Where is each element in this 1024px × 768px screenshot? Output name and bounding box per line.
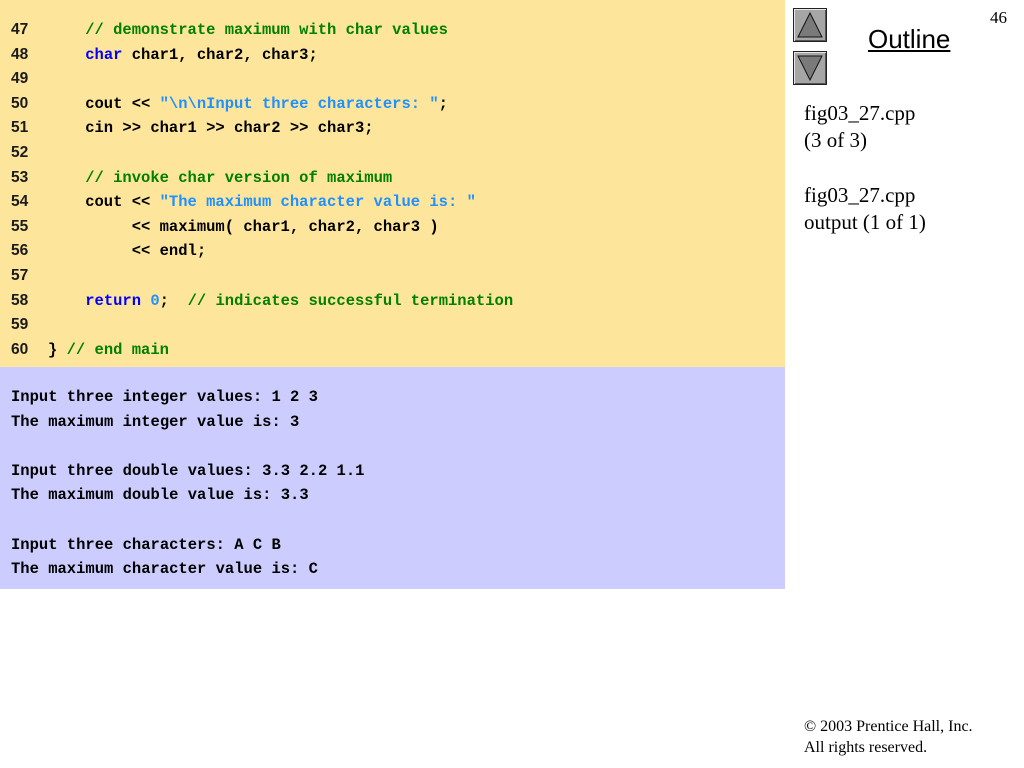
- line-number: 57: [11, 267, 29, 284]
- slide-number: 46: [990, 8, 1007, 27]
- rights-line: All rights reserved.: [804, 739, 928, 756]
- previous-slide-button[interactable]: [793, 8, 827, 42]
- code-token-comment: // indicates successful termination: [187, 291, 514, 310]
- output-line: The maximum double value is: 3.3: [11, 486, 309, 505]
- code-token-string: "\n\nInput three characters: ": [159, 94, 439, 113]
- output-line: The maximum integer value is: 3: [11, 412, 300, 431]
- output-part-label: output (1 of 1): [804, 210, 926, 234]
- output-line: The maximum character value is: C: [11, 560, 318, 579]
- output-line: Input three integer values: 1 2 3: [11, 388, 318, 406]
- line-number: 56: [11, 242, 29, 260]
- code-token-plain: cout <<: [48, 94, 160, 113]
- code-token-keyword: return: [85, 291, 142, 310]
- line-code: << maximum( char1, char2, char3 ): [48, 215, 439, 239]
- code-token-number: 0: [150, 291, 160, 310]
- line-number: 54: [11, 193, 29, 211]
- code-token-keyword: char: [85, 45, 123, 64]
- line-number: 48: [11, 45, 29, 63]
- copyright-line: © 2003 Prentice Hall, Inc.: [804, 718, 973, 735]
- code-listing-panel: 47 // demonstrate maximum with char valu…: [0, 0, 785, 367]
- code-token-plain: ;: [159, 291, 188, 310]
- line-code: << endl;: [48, 239, 206, 263]
- file-name-label: fig03_27.cpp: [804, 101, 916, 125]
- code-token-comment: // demonstrate maximum with char values: [85, 21, 448, 39]
- triangle-up-icon: [797, 12, 823, 38]
- code-token-plain: cout <<: [48, 193, 160, 212]
- output-line: Input three characters: A C B: [11, 535, 281, 554]
- file-part-label: (3 of 3): [804, 128, 867, 152]
- code-token-comment: // invoke char version of maximum: [85, 168, 393, 187]
- program-output-panel: Input three integer values: 1 2 3 The max…: [0, 367, 785, 589]
- line-code: char char1, char2, char3;: [48, 43, 318, 67]
- line-code: // demonstrate maximum with char values: [48, 18, 448, 42]
- code-token-plain: << maximum( char1, char2, char3 ): [48, 217, 439, 236]
- code-token-plain: }: [48, 340, 67, 359]
- outline-link[interactable]: Outline: [868, 24, 950, 55]
- line-code: cin >> char1 >> char2 >> char3;: [48, 116, 374, 140]
- line-code: cout << "\n\nInput three characters: ";: [48, 92, 448, 116]
- line-number: 47: [11, 21, 29, 38]
- line-code: } // end main: [48, 338, 169, 362]
- code-token-plain: ;: [438, 94, 448, 113]
- line-number: 52: [11, 144, 29, 161]
- line-number: 60: [11, 340, 29, 358]
- line-number: 55: [11, 217, 29, 235]
- code-token-string: "The maximum character value is: ": [159, 193, 476, 212]
- next-slide-button[interactable]: [793, 51, 827, 85]
- line-code: // invoke char version of maximum: [48, 166, 392, 190]
- line-code: return 0; // indicates successful termin…: [48, 289, 513, 313]
- line-number: 49: [11, 70, 29, 88]
- triangle-down-icon: [797, 55, 823, 81]
- line-number: 51: [11, 119, 29, 137]
- output-line: Input three double values: 3.3 2.2 1.1: [11, 461, 365, 480]
- line-number: 59: [11, 316, 29, 334]
- line-code: cout << "The maximum character value is:…: [48, 190, 476, 214]
- output-file-name-label: fig03_27.cpp: [804, 183, 916, 207]
- line-number: 53: [11, 168, 29, 186]
- line-number: 58: [11, 291, 29, 309]
- code-token-comment: // end main: [66, 340, 169, 359]
- line-number: 50: [11, 94, 29, 112]
- code-token-plain: cin >> char1 >> char2 >> char3;: [48, 119, 374, 138]
- code-token-plain: << endl;: [48, 242, 207, 261]
- code-token-plain: char1, char2, char3;: [122, 45, 318, 64]
